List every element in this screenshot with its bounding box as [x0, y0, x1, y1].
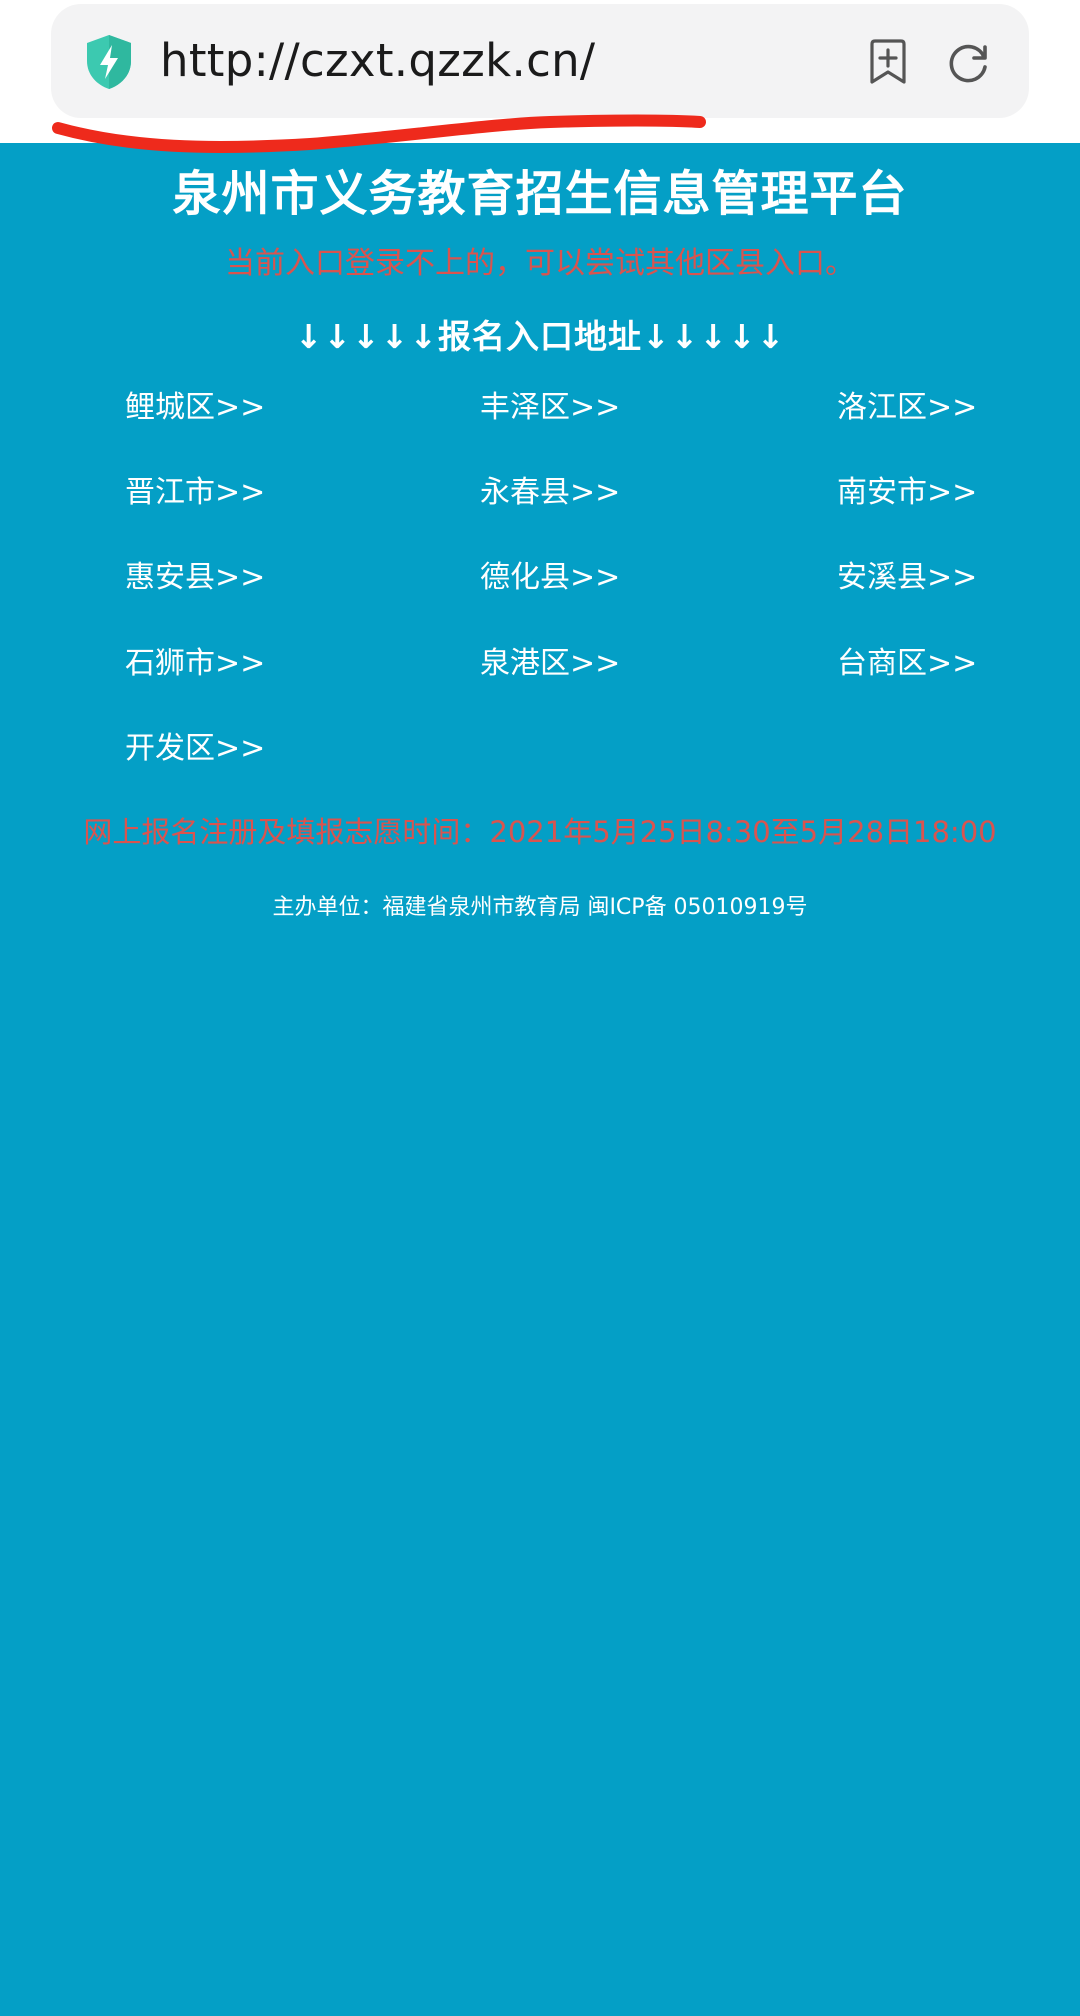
- district-link-kaifa[interactable]: 开发区>>: [125, 725, 265, 773]
- district-link-taishang[interactable]: 台商区>>: [837, 640, 977, 688]
- district-link-luojiang[interactable]: 洛江区>>: [837, 384, 977, 432]
- registration-schedule: 网上报名注册及填报志愿时间：2021年5月25日8:30至5月28日18:00: [83, 815, 997, 849]
- district-link-dehua[interactable]: 德化县>>: [480, 554, 620, 602]
- entry-heading: ↓↓↓↓↓报名入口地址↓↓↓↓↓: [294, 317, 786, 356]
- url-text[interactable]: http://czxt.qzzk.cn/: [160, 28, 595, 94]
- district-link-nanan[interactable]: 南安市>>: [837, 469, 977, 517]
- district-link-huian[interactable]: 惠安县>>: [125, 554, 265, 602]
- bookmark-add-icon[interactable]: [866, 38, 910, 86]
- district-link-fengze[interactable]: 丰泽区>>: [480, 384, 620, 432]
- shield-lightning-icon[interactable]: [83, 33, 135, 91]
- district-link-quangang[interactable]: 泉港区>>: [480, 640, 620, 688]
- red-underline-annotation: [52, 114, 706, 153]
- district-link-anxi[interactable]: 安溪县>>: [837, 554, 977, 602]
- reload-icon[interactable]: [945, 39, 991, 85]
- page-title: 泉州市义务教育招生信息管理平台: [172, 166, 908, 222]
- footer-sponsor: 主办单位：福建省泉州市教育局 闽ICP备 05010919号: [272, 895, 808, 920]
- login-notice: 当前入口登录不上的，可以尝试其他区县入口。: [225, 246, 855, 281]
- district-link-shishi[interactable]: 石狮市>>: [125, 640, 265, 688]
- district-link-jinjiang[interactable]: 晋江市>>: [125, 469, 265, 517]
- district-link-grid: 鲤城区>> 丰泽区>> 洛江区>> 晋江市>> 永春县>> 南安市>> 惠安县>…: [0, 384, 1080, 824]
- district-link-yongchun[interactable]: 永春县>>: [480, 469, 620, 517]
- district-link-licheng[interactable]: 鲤城区>>: [125, 384, 265, 432]
